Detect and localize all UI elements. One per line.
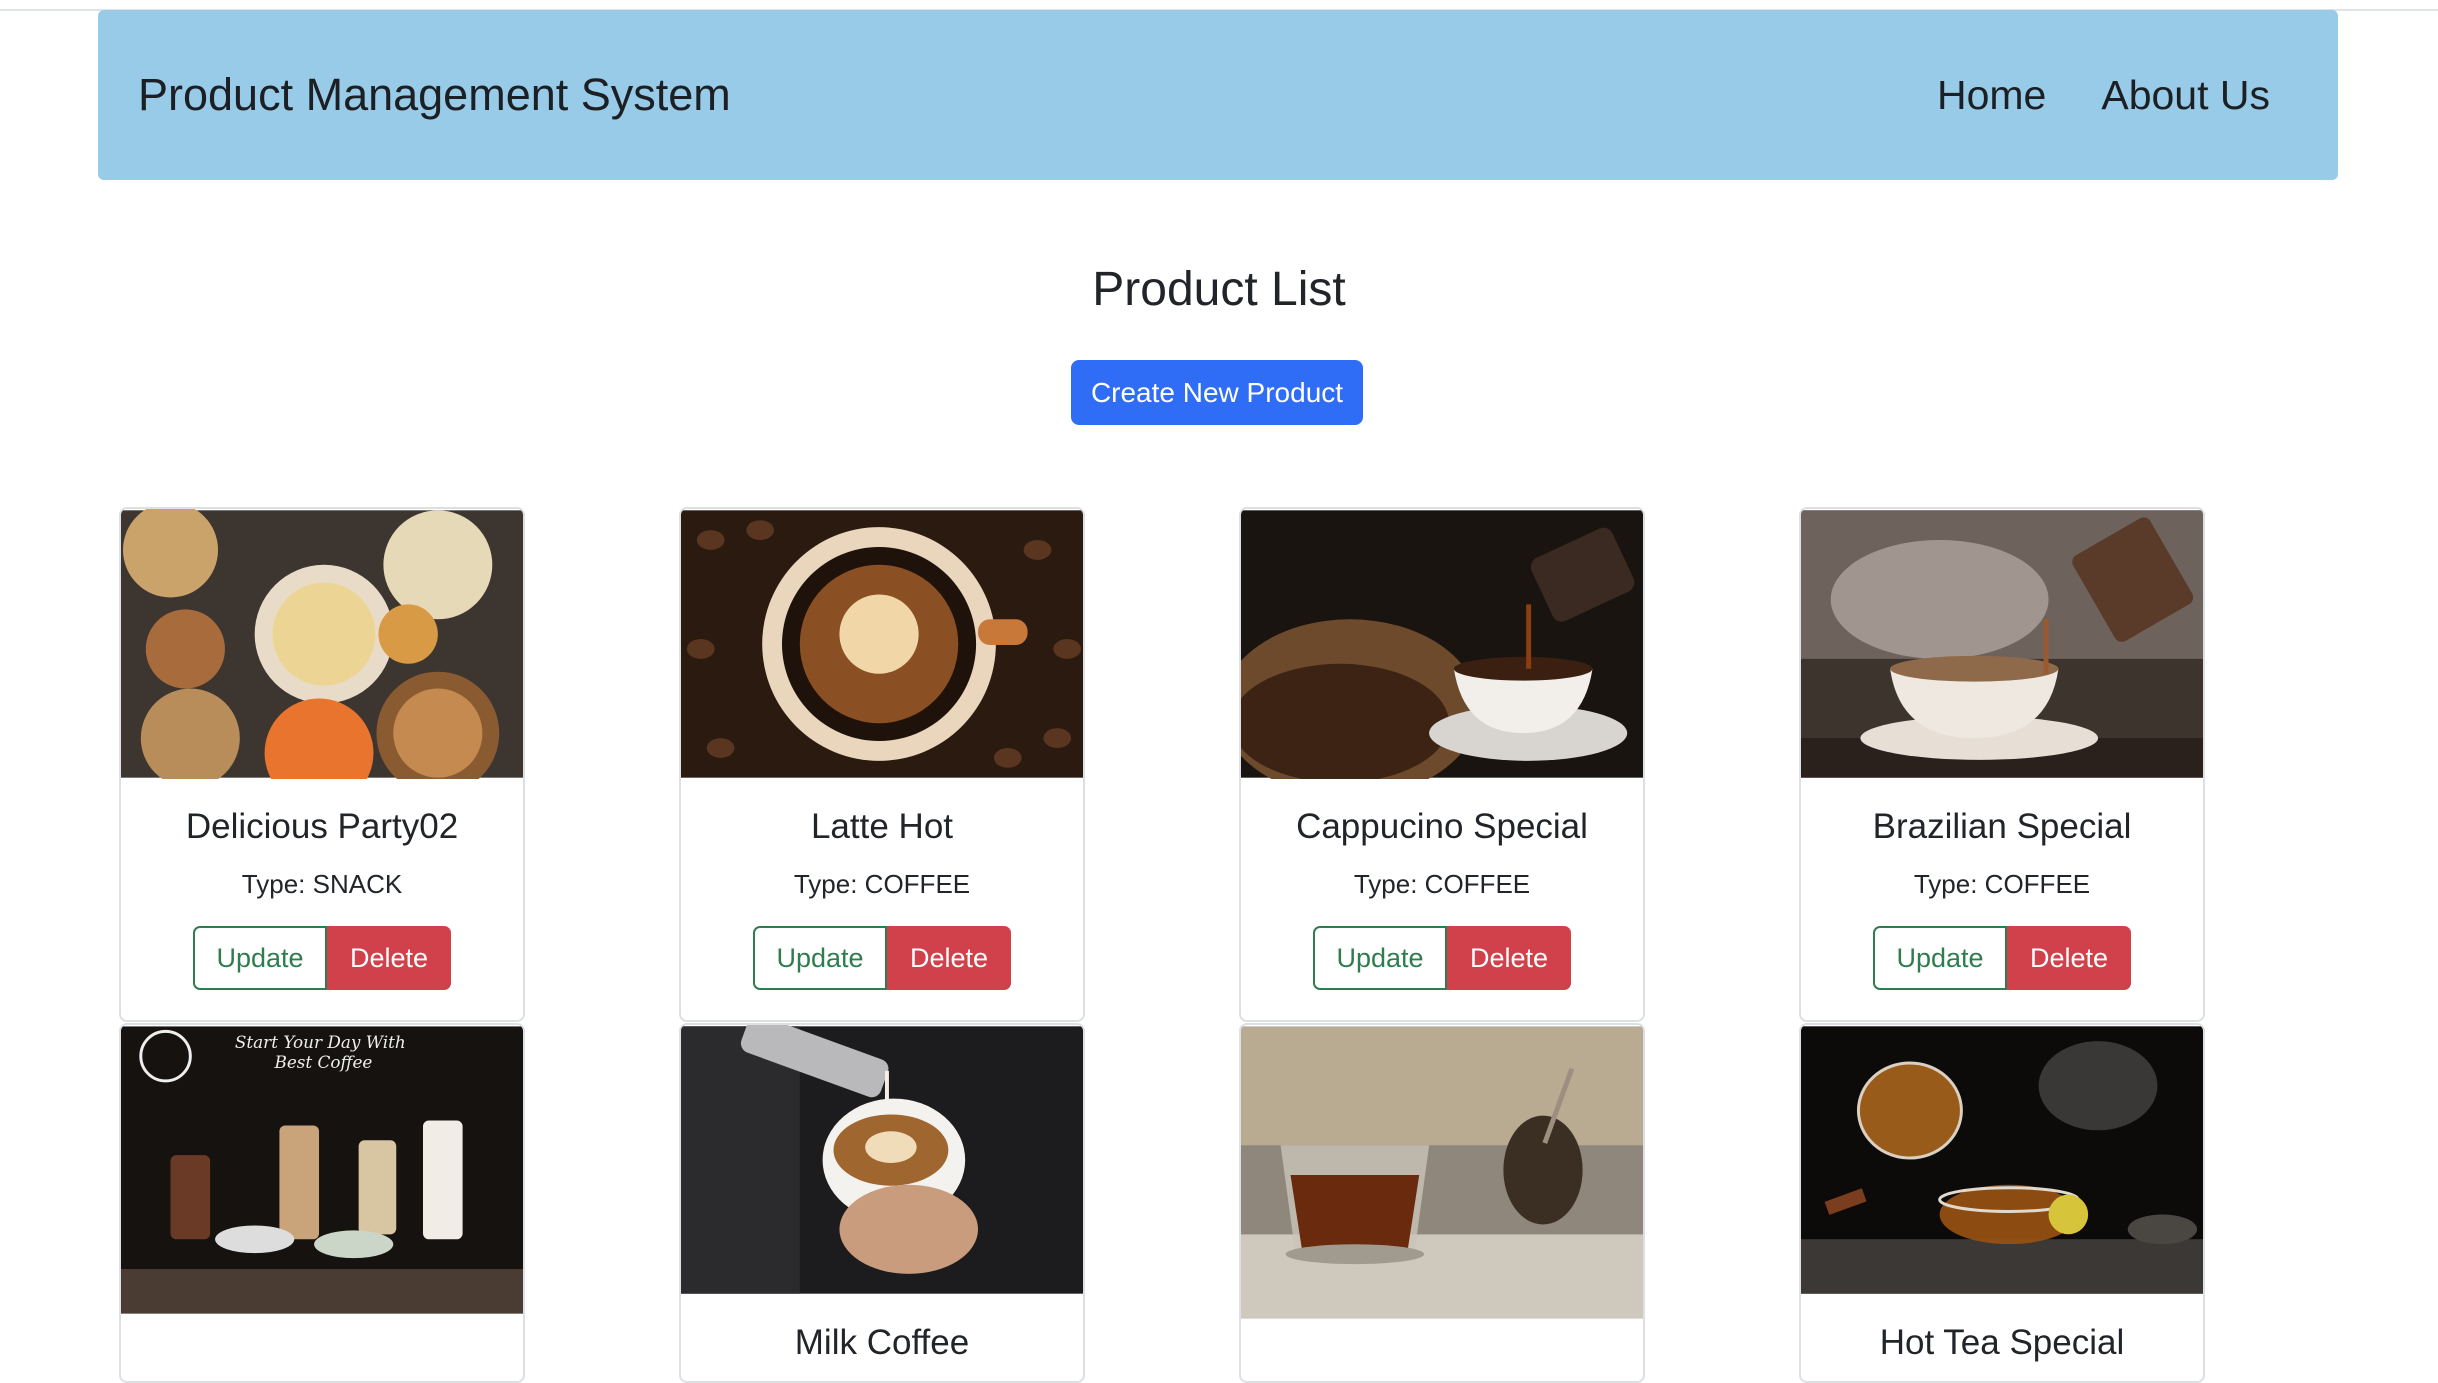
nav-links: Home About Us: [1937, 72, 2270, 119]
product-card: Hot Tea Special: [1799, 1023, 2205, 1383]
product-type: Type: COFFEE: [1913, 869, 2091, 899]
nav-link-about-us[interactable]: About Us: [2101, 72, 2270, 119]
product-image: [1801, 1026, 2203, 1294]
product-card: Start Your Day With Best Coffee: [119, 1023, 525, 1383]
card-actions: Update Delete: [121, 926, 523, 990]
product-type: Type: COFFEE: [1353, 869, 1531, 899]
navbar: Product Management System Home About Us: [98, 10, 2338, 180]
product-image: [1241, 1026, 1643, 1319]
product-card: Latte Hot Type: COFFEE Update Delete: [679, 507, 1085, 1022]
product-type: Type: COFFEE: [793, 869, 971, 899]
product-image: [1241, 510, 1643, 779]
product-image: [121, 509, 523, 779]
update-button[interactable]: Update: [1873, 926, 2007, 990]
delete-button[interactable]: Delete: [887, 926, 1011, 990]
brand-title[interactable]: Product Management System: [138, 69, 731, 121]
product-image: Start Your Day With Best Coffee: [121, 1026, 523, 1314]
svg-text:Start Your Day With: Start Your Day With: [235, 1032, 406, 1052]
delete-button[interactable]: Delete: [327, 926, 451, 990]
svg-text:Best Coffee: Best Coffee: [273, 1052, 372, 1072]
page-title: Product List: [1092, 263, 1346, 316]
nav-link-home[interactable]: Home: [1937, 72, 2046, 119]
card-actions: Update Delete: [1801, 926, 2203, 990]
product-card: Milk Coffee: [679, 1023, 1085, 1383]
delete-button[interactable]: Delete: [2007, 926, 2131, 990]
update-button[interactable]: Update: [193, 926, 327, 990]
delete-button[interactable]: Delete: [1447, 926, 1571, 990]
product-image: [681, 1025, 1083, 1294]
product-name: Latte Hot: [810, 807, 954, 846]
product-name: Delicious Party02: [185, 807, 459, 846]
product-name: Cappucino Special: [1296, 807, 1588, 846]
product-image: [1801, 510, 2203, 778]
card-actions: Update Delete: [681, 926, 1083, 990]
product-card: Brazilian Special Type: COFFEE Update De…: [1799, 507, 2205, 1022]
product-name: Milk Coffee: [794, 1323, 970, 1362]
product-card: Cappucino Special Type: COFFEE Update De…: [1239, 507, 1645, 1022]
product-name: Brazilian Special: [1872, 807, 2132, 846]
product-card: Delicious Party02 Type: SNACK Update Del…: [119, 507, 525, 1022]
create-new-product-button[interactable]: Create New Product: [1071, 360, 1363, 425]
product-type: Type: SNACK: [241, 869, 403, 899]
update-button[interactable]: Update: [1313, 926, 1447, 990]
product-image: [681, 510, 1083, 778]
product-card: [1239, 1023, 1645, 1383]
product-name: Hot Tea Special: [1879, 1323, 2125, 1362]
update-button[interactable]: Update: [753, 926, 887, 990]
card-actions: Update Delete: [1241, 926, 1643, 990]
